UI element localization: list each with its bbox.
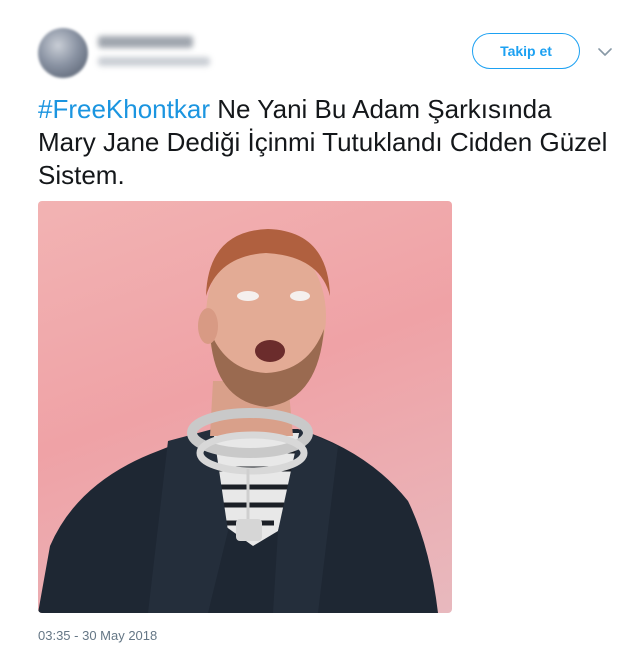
more-options-button[interactable] xyxy=(596,43,614,61)
tweet-photo[interactable] xyxy=(38,201,452,613)
person-photo xyxy=(38,229,438,613)
hashtag-link[interactable]: #FreeKhontkar xyxy=(38,94,210,124)
follow-button[interactable]: Takip et xyxy=(472,33,580,69)
tweet-text: #FreeKhontkar Ne Yani Bu Adam Şarkısında… xyxy=(38,93,608,192)
display-name-redacted[interactable] xyxy=(98,36,193,48)
username-redacted[interactable] xyxy=(98,57,210,66)
tweet-timestamp[interactable]: 03:35 - 30 May 2018 xyxy=(38,628,157,643)
chevron-down-icon xyxy=(598,47,612,56)
user-avatar[interactable] xyxy=(38,28,88,78)
